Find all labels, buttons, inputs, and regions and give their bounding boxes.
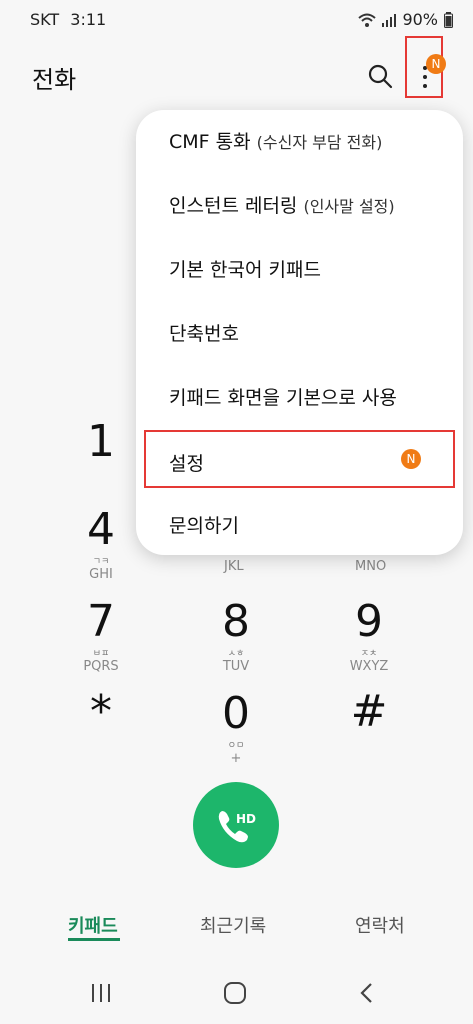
key-digit: 0	[222, 688, 250, 739]
key-letters: WXYZ	[349, 659, 389, 674]
page-title: 전화	[32, 66, 77, 94]
key-digit: 9	[355, 596, 383, 647]
menu-item-label: 설정	[169, 453, 204, 475]
battery-percent: 90%	[402, 10, 438, 29]
menu-item-label: 문의하기	[169, 515, 239, 537]
status-bar: SKT 3:11 90%	[0, 0, 473, 40]
back-icon	[360, 983, 372, 1003]
menu-item-keypad-default[interactable]: 키패드 화면을 기본으로 사용	[136, 366, 463, 424]
battery-icon	[444, 11, 453, 28]
key-digit: *	[90, 686, 112, 737]
key-korean-letters: ㅇㅁ	[227, 741, 245, 751]
carrier-label: SKT	[30, 10, 60, 29]
menu-item-label: 기본 한국어 키패드	[169, 259, 321, 281]
tab-keypad[interactable]: 키패드	[68, 912, 118, 938]
status-carrier-time: SKT 3:11	[30, 10, 106, 29]
hd-label: HD	[236, 812, 256, 826]
more-options-button[interactable]: N	[405, 36, 446, 98]
app-header: 전화	[0, 50, 473, 100]
tab-recent[interactable]: 최근기록	[200, 912, 266, 938]
new-badge: N	[401, 449, 421, 469]
dialpad-key-6-letters[interactable]: MNO	[355, 559, 386, 574]
menu-item-sublabel: (수신자 부담 전화)	[256, 133, 383, 152]
key-digit: 8	[222, 596, 250, 647]
menu-item-speed-dial[interactable]: 단축번호	[136, 302, 463, 360]
signal-icon	[382, 13, 397, 27]
tab-contacts[interactable]: 연락처	[355, 912, 405, 938]
menu-item-label: 단축번호	[169, 323, 239, 345]
menu-item-settings[interactable]: 설정 N	[144, 430, 455, 488]
menu-item-label: CMF 통화	[169, 131, 251, 153]
search-icon	[368, 64, 393, 89]
menu-item-label: 인스턴트 레터링	[169, 195, 298, 217]
key-letters: GHI	[89, 567, 113, 582]
dialpad-key-8[interactable]: 8 ㅅㅎ TUV	[176, 596, 296, 675]
key-korean-letters: ㅅㅎ	[227, 649, 245, 659]
bottom-tabs: 키패드 최근기록 연락처	[0, 900, 473, 950]
key-digit: 7	[87, 596, 115, 647]
dialpad-key-5-letters[interactable]: JKL	[224, 559, 244, 574]
key-digit: #	[350, 686, 388, 737]
key-letters: +	[230, 751, 242, 766]
call-button[interactable]: HD	[193, 782, 279, 868]
back-button[interactable]	[352, 980, 382, 1006]
key-korean-letters: ㄱㅋ	[92, 557, 110, 567]
key-letters: TUV	[222, 659, 250, 674]
phone-hd-icon: HD	[218, 811, 256, 843]
dialpad-key-star[interactable]: *	[41, 690, 161, 734]
new-badge: N	[426, 54, 446, 74]
menu-item-sublabel: (인사말 설정)	[303, 197, 395, 216]
search-button[interactable]	[364, 60, 396, 92]
dialpad-key-9[interactable]: 9 ㅈㅊ WXYZ	[309, 596, 429, 675]
recent-apps-button[interactable]	[86, 980, 116, 1006]
key-letters: PQRS	[83, 659, 119, 674]
menu-item-instant-lettering[interactable]: 인스턴트 레터링 (인사말 설정)	[136, 174, 463, 232]
active-tab-indicator	[68, 938, 120, 941]
menu-item-contact-us[interactable]: 문의하기	[136, 494, 463, 552]
wifi-icon	[358, 13, 377, 27]
more-vert-icon	[423, 66, 427, 93]
home-icon	[224, 982, 246, 1004]
overflow-menu: CMF 통화 (수신자 부담 전화) 인스턴트 레터링 (인사말 설정) 기본 …	[136, 110, 463, 555]
dialpad-key-0[interactable]: 0 ㅇㅁ +	[176, 688, 296, 767]
dialpad-key-7[interactable]: 7 ㅂㅍ PQRS	[41, 596, 161, 675]
menu-item-label: 키패드 화면을 기본으로 사용	[169, 387, 397, 409]
recent-apps-icon	[92, 984, 110, 1002]
time-label: 3:11	[70, 10, 107, 29]
menu-item-cmf-call[interactable]: CMF 통화 (수신자 부담 전화)	[136, 110, 463, 168]
status-icons: 90%	[358, 10, 453, 29]
home-button[interactable]	[220, 980, 250, 1006]
menu-item-korean-keypad[interactable]: 기본 한국어 키패드	[136, 238, 463, 296]
key-korean-letters: ㅂㅍ	[92, 649, 110, 659]
dialpad-key-hash[interactable]: #	[309, 690, 429, 734]
key-korean-letters: ㅈㅊ	[360, 649, 378, 659]
navigation-bar	[0, 960, 473, 1024]
